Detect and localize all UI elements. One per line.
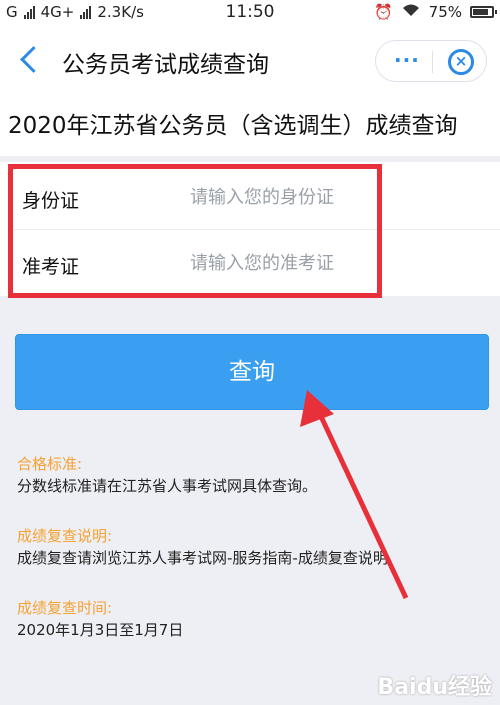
info-heading: 合格标准: [17,455,83,473]
exam-title: 2020年江苏省公务员（含选调生）成绩查询 [0,96,500,156]
ticket-input[interactable] [190,247,480,279]
watermark: Baidu经验 [377,675,492,700]
info-block-review-time: 成绩复查时间: 2020年1月3日至1月7日 [17,597,183,641]
query-form: 身份证 准考证 [0,162,500,296]
id-row: 身份证 [0,164,500,230]
status-bar: G 4G+ 2.3K/s 11:50 ⏰ 75% [0,0,500,26]
back-arrow-icon[interactable] [16,46,46,76]
capsule-divider [432,51,433,73]
query-button[interactable]: 查询 [15,334,489,410]
info-heading: 成绩复查时间: [17,599,113,617]
ticket-row: 准考证 [0,230,500,296]
info-text: 2020年1月3日至1月7日 [17,621,184,639]
battery-icon [470,6,497,18]
ticket-label: 准考证 [22,256,80,278]
page-title: 公务员考试成绩查询 [62,52,269,78]
title-bar: 公务员考试成绩查询 ··· × [0,26,500,96]
info-block-standard: 合格标准: 分数线标准请在江苏省人事考试网具体查询。 [17,453,317,497]
info-text: 成绩复查请浏览江苏人事考试网-服务指南-成绩复查说明 [17,549,388,567]
more-icon[interactable]: ··· [394,50,420,70]
id-label: 身份证 [22,190,80,212]
alarm-icon: ⏰ [373,3,393,21]
info-heading: 成绩复查说明: [17,527,113,545]
mini-program-capsule: ··· × [375,40,487,82]
info-text: 分数线标准请在江苏省人事考试网具体查询。 [17,477,318,495]
id-card-input[interactable] [190,181,480,213]
info-block-review: 成绩复查说明: 成绩复查请浏览江苏人事考试网-服务指南-成绩复查说明 [17,525,388,569]
close-icon[interactable]: × [448,49,474,75]
battery-percent: 75% [428,3,462,21]
wifi-icon [401,3,421,21]
arrow-shaft [315,408,409,600]
